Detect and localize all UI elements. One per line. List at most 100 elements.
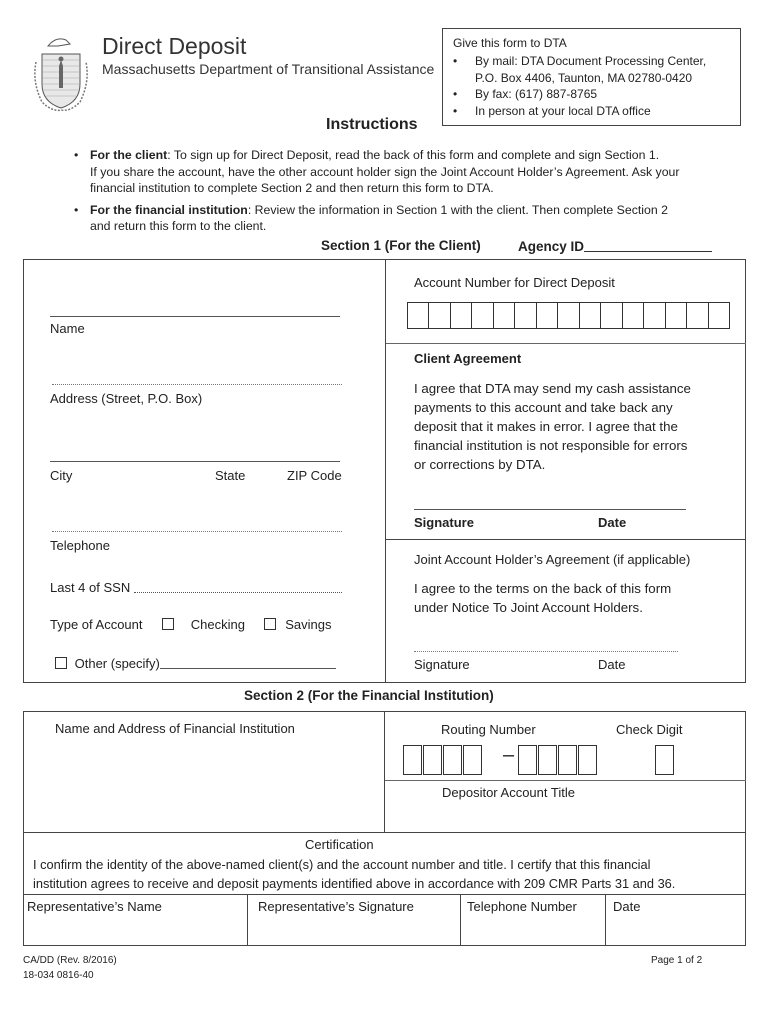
name-label: Name [50, 321, 85, 336]
check-digit-cell[interactable] [655, 745, 674, 775]
account-number-cell[interactable] [428, 303, 450, 328]
divider [605, 894, 606, 946]
submit-mail-line2: P.O. Box 4406, Taunton, MA 02780-0420 [475, 70, 693, 85]
client-date-label: Date [598, 515, 627, 530]
client-label: For the client [90, 148, 168, 162]
form-code: 18-034 0816-40 [23, 970, 94, 981]
divider [23, 832, 746, 833]
client-signature-field[interactable] [414, 509, 686, 510]
account-number-cell[interactable] [707, 303, 730, 328]
section2-divider [384, 711, 385, 832]
client-text-3: financial institution to complete Sectio… [90, 181, 494, 195]
client-text-2: If you share the account, have the other… [90, 164, 680, 179]
certification-text: I confirm the identity of the above-name… [33, 855, 675, 893]
instructions-title: Instructions [326, 116, 418, 133]
routing-number-cell[interactable] [558, 745, 577, 775]
other-row: Other (specify) [55, 656, 336, 670]
account-number-cell[interactable] [664, 303, 687, 328]
submit-heading: Give this form to DTA [453, 36, 567, 50]
routing-number-cell[interactable] [403, 745, 422, 775]
savings-checkbox[interactable] [263, 618, 276, 630]
agency-id-field[interactable] [584, 239, 713, 252]
fi-name-label: Name and Address of Financial Institutio… [55, 721, 295, 736]
state-label: State [215, 468, 246, 483]
client-text-1: : To sign up for Direct Deposit, read th… [167, 148, 660, 162]
divider [385, 780, 746, 781]
section1-title: Section 1 (For the Client) [321, 238, 481, 253]
client-agreement-text: I agree that DTA may send my cash assist… [414, 379, 691, 474]
rep-name-field[interactable] [26, 915, 244, 943]
account-number-cell[interactable] [621, 303, 644, 328]
account-number-cell[interactable] [471, 303, 493, 328]
routing-number-cell[interactable] [463, 745, 482, 775]
joint-line: I agree to the terms on the back of this… [414, 581, 672, 596]
account-type-label: Type of Account [50, 617, 143, 632]
name-field[interactable] [50, 316, 340, 317]
certification-title: Certification [305, 837, 374, 852]
account-number-cell[interactable] [449, 303, 472, 328]
routing-number-cell[interactable] [518, 745, 537, 775]
zip-label: ZIP Code [287, 468, 342, 483]
divider [460, 894, 461, 946]
agreement-line: payments to this account and take back a… [414, 400, 673, 415]
divider [23, 894, 746, 895]
date-label: Date [613, 899, 641, 914]
city-label: City [50, 468, 73, 483]
massachusetts-seal-icon [30, 32, 92, 114]
routing-label: Routing Number [441, 722, 536, 737]
account-number-label: Account Number for Direct Deposit [414, 275, 615, 290]
telephone-label: Telephone [50, 538, 110, 553]
fi-name-field[interactable] [30, 740, 380, 826]
account-number-cell[interactable] [600, 303, 622, 328]
checking-checkbox[interactable] [162, 618, 175, 630]
rep-signature-field[interactable] [250, 915, 457, 943]
instruction-client: • For the client: To sign up for Direct … [70, 147, 679, 197]
city-state-zip-field[interactable] [50, 461, 340, 462]
agreement-line: I agree that DTA may send my cash assist… [414, 381, 691, 396]
other-field[interactable] [159, 656, 336, 669]
section1-divider [385, 259, 386, 683]
fi-text-1: : Review the information in Section 1 wi… [247, 202, 668, 217]
routing-number-cell[interactable] [443, 745, 462, 775]
date-field[interactable] [608, 915, 743, 943]
account-number-cell[interactable] [407, 303, 429, 328]
page-number: Page 1 of 2 [651, 955, 703, 966]
joint-signature-field[interactable] [414, 651, 678, 652]
submit-in-person: In person at your local DTA office [449, 103, 706, 120]
telephone-number-field[interactable] [463, 915, 602, 943]
other-checkbox[interactable] [55, 657, 67, 669]
ssn-row: Last 4 of SSN [50, 580, 342, 594]
ssn-field[interactable] [133, 580, 342, 593]
telephone-field[interactable] [52, 531, 342, 532]
check-digit-label: Check Digit [616, 722, 683, 737]
address-label: Address (Street, P.O. Box) [50, 391, 203, 406]
account-number-cell[interactable] [578, 303, 601, 328]
account-number-cell[interactable] [643, 303, 665, 328]
agreement-line: financial institution is not responsible… [414, 438, 688, 453]
account-number-cell[interactable] [557, 303, 579, 328]
address-field[interactable] [52, 384, 342, 385]
telephone-number-label: Telephone Number [467, 899, 577, 914]
depositor-title-field[interactable] [390, 803, 740, 829]
agreement-line: or corrections by DTA. [414, 457, 546, 472]
routing-number-cell[interactable] [538, 745, 557, 775]
account-number-cell[interactable] [686, 303, 708, 328]
routing-number-cell[interactable] [578, 745, 597, 775]
routing-separator: – [503, 744, 515, 766]
submit-mail-line1: By mail: DTA Document Processing Center, [475, 54, 707, 68]
other-label: Other (specify) [74, 656, 160, 671]
joint-agreement-title: Joint Account Holder’s Agreement (if app… [414, 552, 691, 567]
joint-agreement-text: I agree to the terms on the back of this… [414, 579, 671, 617]
routing-number-cells [403, 745, 683, 775]
fi-label: For the financial institution [90, 202, 248, 217]
account-number-cell[interactable] [535, 303, 558, 328]
instructions-list: • For the client: To sign up for Direct … [70, 147, 679, 235]
account-type-row: Type of Account Checking Savings [50, 618, 331, 631]
joint-signature-label: Signature [414, 657, 470, 672]
joint-line: under Notice To Joint Account Holders. [414, 600, 643, 615]
routing-number-cell[interactable] [423, 745, 442, 775]
account-number-cell[interactable] [514, 303, 536, 328]
agency-id-label: Agency ID [518, 239, 713, 254]
rep-signature-label: Representative’s Signature [258, 899, 414, 914]
account-number-cell[interactable] [492, 303, 515, 328]
